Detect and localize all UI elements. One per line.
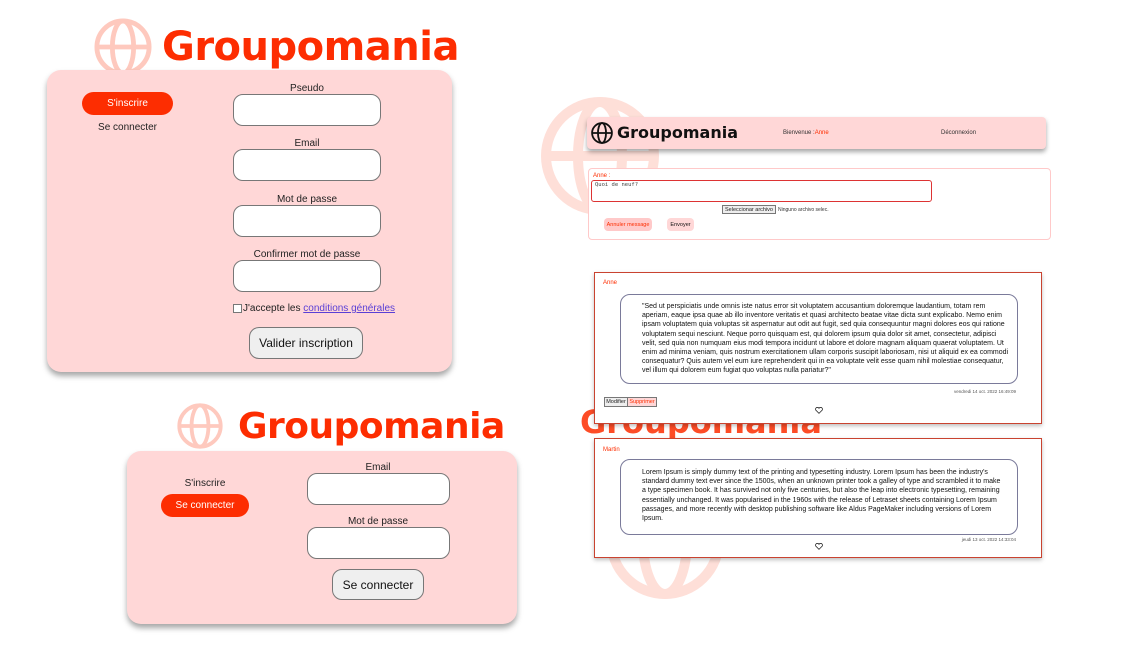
tab-login[interactable]: Se connecter [161, 494, 249, 517]
heart-icon[interactable] [815, 543, 823, 550]
tab-login[interactable]: Se connecter [82, 117, 173, 137]
welcome-label: Bienvenue : [783, 130, 815, 136]
email-label: Email [365, 462, 391, 473]
globe-icon [591, 122, 613, 144]
composer-textarea[interactable]: Quoi de neuf? [591, 180, 932, 202]
edit-post-button[interactable]: Modifier [604, 397, 628, 407]
password-label: Mot de passe [347, 516, 409, 527]
brand-title: Groupomania [238, 405, 505, 447]
heart-icon[interactable] [815, 407, 823, 414]
tab-signup[interactable]: S'inscrire [161, 473, 249, 493]
signup-card: S'inscrire Se connecter Pseudo Email Mot… [47, 70, 452, 372]
welcome-user: Anne [814, 130, 829, 136]
email-input[interactable] [307, 473, 450, 505]
app-header: Groupomania Bienvenue :Anne Déconnexion [587, 117, 1046, 149]
terms-link[interactable]: conditions générales [303, 303, 395, 314]
post-card: Martin Lorem Ipsum is simply dummy text … [594, 438, 1042, 558]
post-body: "Sed ut perspiciatis unde omnis iste nat… [642, 303, 1009, 375]
password-input[interactable] [233, 205, 381, 237]
composer-placeholder: Quoi de neuf? [595, 182, 639, 188]
post-date: vendredi 14 oct. 2022 16:49:09 [953, 389, 1016, 394]
welcome-text: Bienvenue :Anne [783, 130, 829, 136]
tab-signup[interactable]: S'inscrire [82, 92, 173, 115]
logout-link[interactable]: Déconnexion [941, 130, 976, 136]
send-button[interactable]: Envoyer [667, 218, 694, 231]
email-label: Email [294, 138, 320, 149]
post-text: "Sed ut perspiciatis unde omnis iste nat… [620, 294, 1018, 384]
globe-icon [94, 18, 152, 76]
cancel-message-button[interactable]: Annuler message [604, 218, 652, 231]
brand-logo: Groupomania [94, 18, 459, 76]
post-author: Anne [603, 280, 618, 286]
confirm-password-label: Confirmer mot de passe [253, 249, 361, 260]
confirm-password-input[interactable] [233, 260, 381, 292]
login-card: S'inscrire Se connecter Email Mot de pas… [127, 451, 517, 624]
globe-icon [177, 403, 223, 449]
brand-logo-login: Groupomania [172, 403, 505, 449]
signup-submit-button[interactable]: Valider inscription [249, 327, 363, 359]
password-label: Mot de passe [276, 194, 338, 205]
pseudo-input[interactable] [233, 94, 381, 126]
brand-title: Groupomania [162, 24, 459, 70]
terms-checkbox[interactable] [233, 304, 242, 313]
file-status: Ninguno archivo selec. [778, 206, 829, 213]
email-input[interactable] [233, 149, 381, 181]
post-author: Martin [603, 447, 620, 453]
post-card: Anne "Sed ut perspiciatis unde omnis ist… [594, 272, 1042, 424]
post-body: Lorem Ipsum is simply dummy text of the … [642, 469, 1001, 523]
pseudo-label: Pseudo [290, 83, 324, 94]
delete-post-button[interactable]: Supprimer [627, 397, 657, 407]
terms-text: J'accepte les [243, 303, 304, 314]
post-date: jeudi 13 oct. 2022 14:33:04 [961, 537, 1016, 542]
password-input[interactable] [307, 527, 450, 559]
post-text: Lorem Ipsum is simply dummy text of the … [620, 459, 1018, 535]
header-brand: Groupomania [617, 123, 738, 142]
file-select-button[interactable]: Seleccionar archivo [722, 205, 776, 214]
login-submit-button[interactable]: Se connecter [332, 569, 424, 600]
file-picker: Seleccionar archivo Ninguno archivo sele… [722, 205, 829, 214]
composer-card: Anne : Quoi de neuf? Seleccionar archivo… [588, 168, 1051, 240]
composer-author: Anne : [593, 173, 611, 179]
terms-row: J'accepte les conditions générales [233, 303, 395, 314]
